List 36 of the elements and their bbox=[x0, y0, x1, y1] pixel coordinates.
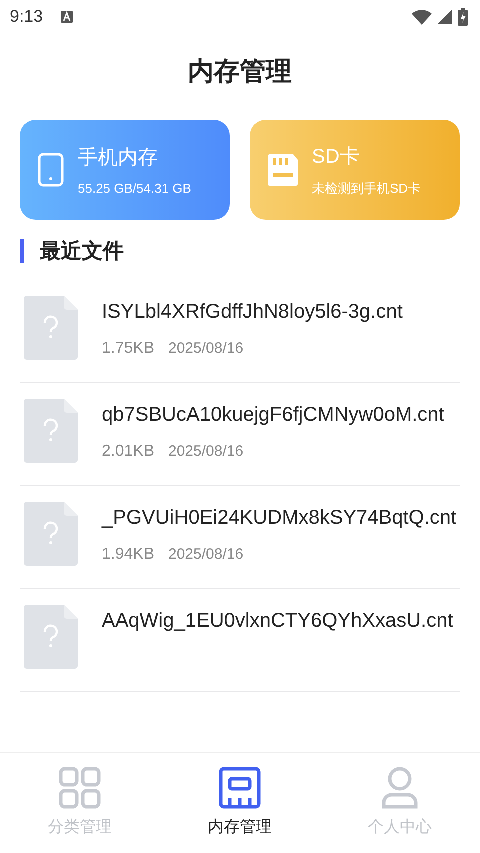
file-row[interactable]: AAqWig_1EU0vlxnCTY6QYhXxasU.cnt bbox=[20, 589, 460, 692]
section-marker bbox=[20, 239, 24, 263]
file-row[interactable]: qb7SBUcA10kuejgF6fjCMNyw0oM.cnt 2.01KB 2025/08/16 bbox=[20, 383, 460, 486]
file-row[interactable]: _PGVUiH0Ei24KUDMx8kSY74BqtQ.cnt 1.94KB 2025/08/16 bbox=[20, 486, 460, 589]
unknown-file-icon bbox=[24, 399, 78, 463]
nav-tab[interactable]: 内存管理 bbox=[160, 753, 320, 853]
card-subtitle: 55.25 GB/54.31 GB bbox=[78, 181, 192, 196]
tablet-icon bbox=[38, 153, 64, 187]
file-name: _PGVUiH0Ei24KUDMx8kSY74BqtQ.cnt bbox=[102, 506, 458, 531]
card-subtitle: 未检测到手机SD卡 bbox=[312, 180, 422, 198]
status-time: 9:13 bbox=[10, 7, 44, 27]
card-title: 手机内存 bbox=[78, 146, 159, 171]
unknown-file-icon bbox=[24, 605, 78, 669]
person-icon bbox=[382, 767, 418, 809]
file-size: 1.94KB bbox=[102, 546, 154, 564]
battery-icon bbox=[458, 8, 468, 26]
file-size: 1.75KB bbox=[102, 340, 154, 358]
page-title: 内存管理 bbox=[188, 55, 292, 88]
signal-icon bbox=[438, 10, 452, 24]
unknown-file-icon bbox=[24, 502, 78, 566]
grid-icon bbox=[59, 767, 101, 809]
memory-chip-icon bbox=[219, 767, 261, 809]
file-name: AAqWig_1EU0vlxnCTY6QYhXxasU.cnt bbox=[102, 609, 454, 634]
file-date: 2025/08/16 bbox=[168, 443, 244, 460]
card-title: SD卡 bbox=[312, 144, 361, 170]
file-date: 2025/08/16 bbox=[168, 546, 244, 563]
unknown-file-icon bbox=[24, 296, 78, 360]
file-row[interactable]: ISYLbl4XRfGdffJhN8loy5l6-3g.cnt 1.75KB 2025/08/16 bbox=[20, 282, 460, 383]
file-date: 2025/08/16 bbox=[168, 340, 244, 357]
file-size: 2.01KB bbox=[102, 443, 154, 461]
notification-icon bbox=[61, 11, 74, 23]
file-name: qb7SBUcA10kuejgF6fjCMNyw0oM.cnt bbox=[102, 403, 446, 428]
file-name: ISYLbl4XRfGdffJhN8loy5l6-3g.cnt bbox=[102, 300, 404, 325]
sd-card-icon bbox=[268, 154, 298, 186]
section-title: 最近文件 bbox=[40, 239, 124, 265]
wifi-icon bbox=[412, 10, 432, 24]
